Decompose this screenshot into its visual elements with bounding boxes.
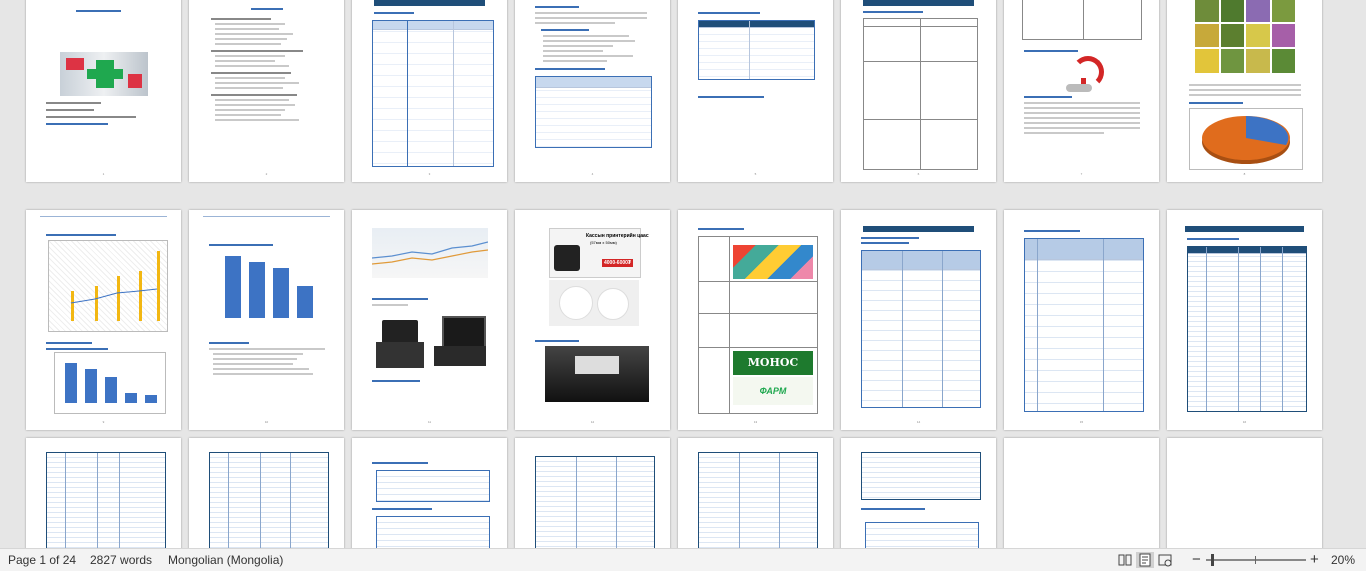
document-canvas[interactable]: 1 2 3 4 5 6 7 8 9 10 11 Кассын принтерий…: [0, 0, 1366, 548]
page-18: [189, 438, 344, 548]
page-24: [1167, 438, 1322, 548]
zoom-out-button[interactable]: −: [1192, 551, 1201, 568]
printer-photo: [545, 346, 649, 402]
zoom-level-label[interactable]: 20%: [1331, 553, 1355, 567]
word-count-status[interactable]: 2827 words: [90, 553, 152, 567]
page-11: 11: [352, 210, 507, 430]
page-14: 14: [841, 210, 996, 430]
language-status[interactable]: Mongolian (Mongolia): [168, 553, 283, 567]
zoom-slider[interactable]: [1206, 554, 1306, 566]
pharmacy-sign-photo: [60, 52, 148, 96]
bar-chart-2: [211, 250, 323, 330]
monos-pharm-logo: ФАРМ: [733, 377, 813, 405]
page-23: [1004, 438, 1159, 548]
receipt-printer-ad: Кассын принтерийн цаас (57мм x 50мм) 400…: [549, 228, 649, 278]
page-10: 10: [189, 210, 344, 430]
page-21: [678, 438, 833, 548]
bar-chart: [54, 352, 166, 414]
page-20: [515, 438, 670, 548]
page-1: 1: [26, 0, 181, 182]
zoom-slider-center-tick: [1255, 556, 1256, 564]
page-3: 3: [352, 0, 507, 182]
page-6: 6: [841, 0, 996, 182]
paper-rolls-photo: [549, 280, 639, 326]
pie-chart: [1189, 108, 1303, 170]
web-layout-icon[interactable]: [1156, 552, 1174, 568]
pos-terminal-photo: [372, 312, 490, 372]
print-layout-icon[interactable]: [1136, 552, 1154, 568]
pills-photo: [733, 245, 813, 279]
monos-logo: МОНОС: [733, 351, 813, 375]
question-mark-illustration: [1062, 56, 1104, 92]
page-8: 8: [1167, 0, 1322, 182]
page-22: [841, 438, 996, 548]
status-bar: Page 1 of 24 2827 words Mongolian (Mongo…: [0, 548, 1366, 571]
page-9: 9: [26, 210, 181, 430]
page-15: 15: [1004, 210, 1159, 430]
page-19: [352, 438, 507, 548]
page-16: 16: [1167, 210, 1322, 430]
page-5: 5: [678, 0, 833, 182]
page-count-status[interactable]: Page 1 of 24: [8, 553, 76, 567]
page-12: Кассын принтерийн цаас (57мм x 50мм) 400…: [515, 210, 670, 430]
page-2: 2: [189, 0, 344, 182]
zoom-in-button[interactable]: +: [1310, 551, 1319, 568]
line-graph-photo: [371, 228, 489, 278]
page-7: 7: [1004, 0, 1159, 182]
page-17: [26, 438, 181, 548]
plant-photos-grid: [1195, 0, 1295, 73]
page-4: 4: [515, 0, 670, 182]
page-13: МОНОС ФАРМ 13: [678, 210, 833, 430]
zoom-slider-thumb[interactable]: [1210, 554, 1214, 566]
line-bar-chart: [48, 240, 168, 332]
read-mode-icon[interactable]: [1116, 552, 1134, 568]
